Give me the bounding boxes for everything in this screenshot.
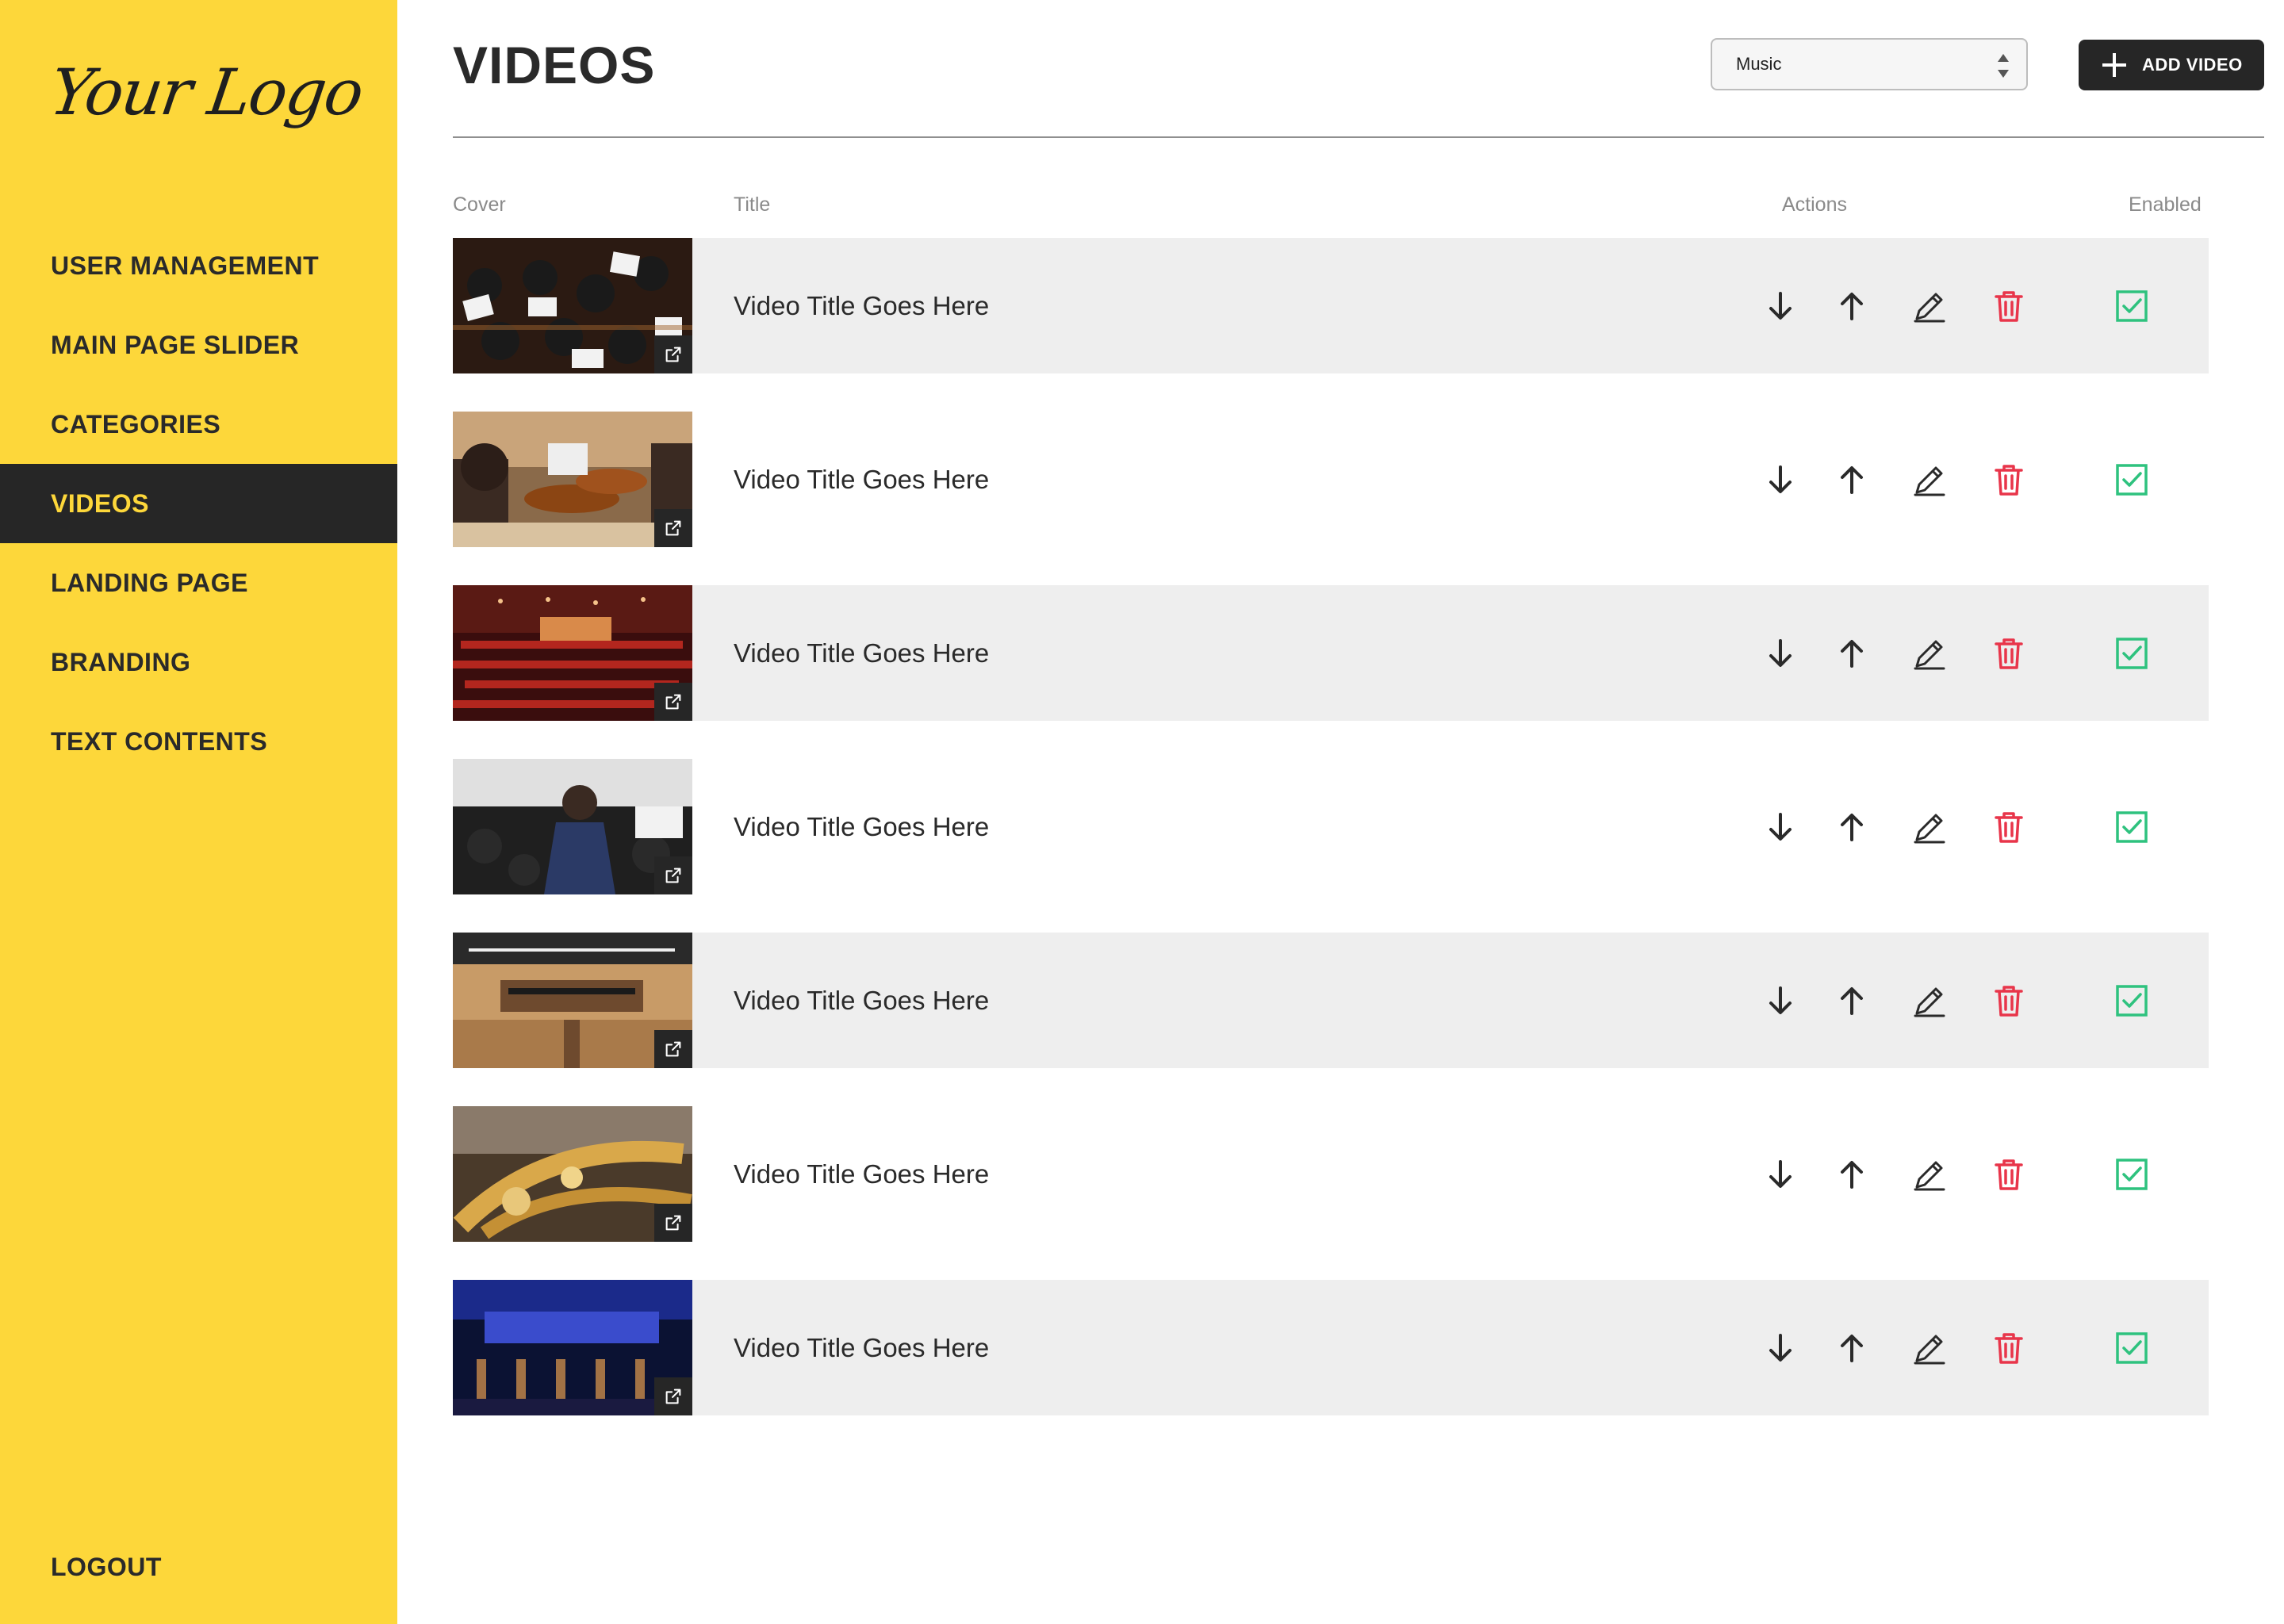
enabled-checkbox-icon[interactable] (2113, 808, 2151, 846)
delete-icon[interactable] (1990, 287, 2028, 325)
table-row: Video Title Goes Here (453, 1280, 2209, 1415)
sidebar-item-videos[interactable]: VIDEOS (0, 464, 397, 543)
delete-icon[interactable] (1990, 1329, 2028, 1367)
external-link-icon[interactable] (654, 1377, 692, 1415)
external-link-icon[interactable] (654, 1030, 692, 1068)
move-down-icon[interactable] (1761, 982, 1799, 1020)
header-divider (453, 136, 2264, 138)
move-up-icon[interactable] (1833, 634, 1871, 672)
delete-icon[interactable] (1990, 808, 2028, 846)
edit-icon[interactable] (1910, 634, 1949, 672)
video-title: Video Title Goes Here (734, 1332, 990, 1362)
video-cover-thumbnail[interactable] (453, 1280, 692, 1415)
sidebar: Your Logo USER MANAGEMENT MAIN PAGE SLID… (0, 0, 397, 1624)
external-link-icon[interactable] (654, 335, 692, 373)
add-video-button[interactable]: ADD VIDEO (2079, 40, 2264, 90)
column-header-cover: Cover (453, 193, 506, 216)
column-header-title: Title (734, 193, 771, 216)
video-title: Video Title Goes Here (734, 464, 990, 494)
delete-icon[interactable] (1990, 461, 2028, 499)
move-down-icon[interactable] (1761, 461, 1799, 499)
edit-icon[interactable] (1910, 461, 1949, 499)
enabled-checkbox-icon[interactable] (2113, 634, 2151, 672)
sidebar-item-text-contents[interactable]: TEXT CONTENTS (0, 702, 397, 781)
video-cover-thumbnail[interactable] (453, 238, 692, 373)
edit-icon[interactable] (1910, 1329, 1949, 1367)
edit-icon[interactable] (1910, 287, 1949, 325)
video-cover-thumbnail[interactable] (453, 1106, 692, 1242)
table-row: Video Title Goes Here (453, 933, 2209, 1068)
move-down-icon[interactable] (1761, 808, 1799, 846)
sidebar-item-branding[interactable]: BRANDING (0, 622, 397, 702)
external-link-icon[interactable] (654, 856, 692, 894)
edit-icon[interactable] (1910, 808, 1949, 846)
table-row: Video Title Goes Here (453, 412, 2209, 547)
plus-icon (2102, 53, 2126, 77)
move-down-icon[interactable] (1761, 634, 1799, 672)
move-down-icon[interactable] (1761, 1329, 1799, 1367)
enabled-checkbox-icon[interactable] (2113, 461, 2151, 499)
move-up-icon[interactable] (1833, 1155, 1871, 1193)
add-video-label: ADD VIDEO (2142, 55, 2243, 75)
enabled-checkbox-icon[interactable] (2113, 982, 2151, 1020)
video-title: Video Title Goes Here (734, 985, 990, 1015)
move-up-icon[interactable] (1833, 287, 1871, 325)
sidebar-item-categories[interactable]: CATEGORIES (0, 385, 397, 464)
enabled-checkbox-icon[interactable] (2113, 287, 2151, 325)
sidebar-nav: USER MANAGEMENT MAIN PAGE SLIDER CATEGOR… (0, 226, 397, 781)
enabled-checkbox-icon[interactable] (2113, 1329, 2151, 1367)
delete-icon[interactable] (1990, 634, 2028, 672)
external-link-icon[interactable] (654, 683, 692, 721)
table-row: Video Title Goes Here (453, 238, 2209, 373)
video-title: Video Title Goes Here (734, 811, 990, 841)
video-cover-thumbnail[interactable] (453, 759, 692, 894)
category-select-value: Music (1736, 54, 1782, 74)
move-up-icon[interactable] (1833, 808, 1871, 846)
enabled-checkbox-icon[interactable] (2113, 1155, 2151, 1193)
column-header-enabled: Enabled (2129, 193, 2202, 216)
logo: Your Logo (45, 56, 367, 129)
video-table: Video Title Goes Here Video Title Goes H… (453, 238, 2209, 1454)
table-row: Video Title Goes Here (453, 1106, 2209, 1242)
move-up-icon[interactable] (1833, 982, 1871, 1020)
logout-link[interactable]: LOGOUT (51, 1553, 162, 1582)
select-arrows-icon (1998, 54, 2009, 78)
video-cover-thumbnail[interactable] (453, 412, 692, 547)
category-select[interactable]: Music (1711, 38, 2028, 90)
sidebar-item-landing-page[interactable]: LANDING PAGE (0, 543, 397, 622)
external-link-icon[interactable] (654, 509, 692, 547)
table-row: Video Title Goes Here (453, 585, 2209, 721)
edit-icon[interactable] (1910, 982, 1949, 1020)
video-title: Video Title Goes Here (734, 290, 990, 320)
move-up-icon[interactable] (1833, 1329, 1871, 1367)
video-title: Video Title Goes Here (734, 1159, 990, 1189)
move-up-icon[interactable] (1833, 461, 1871, 499)
video-cover-thumbnail[interactable] (453, 585, 692, 721)
sidebar-item-main-page-slider[interactable]: MAIN PAGE SLIDER (0, 305, 397, 385)
column-header-actions: Actions (1782, 193, 1847, 216)
video-title: Video Title Goes Here (734, 638, 990, 668)
move-down-icon[interactable] (1761, 1155, 1799, 1193)
external-link-icon[interactable] (654, 1204, 692, 1242)
delete-icon[interactable] (1990, 982, 2028, 1020)
edit-icon[interactable] (1910, 1155, 1949, 1193)
table-row: Video Title Goes Here (453, 759, 2209, 894)
sidebar-item-user-management[interactable]: USER MANAGEMENT (0, 226, 397, 305)
delete-icon[interactable] (1990, 1155, 2028, 1193)
move-down-icon[interactable] (1761, 287, 1799, 325)
video-cover-thumbnail[interactable] (453, 933, 692, 1068)
page-title: VIDEOS (453, 36, 656, 94)
